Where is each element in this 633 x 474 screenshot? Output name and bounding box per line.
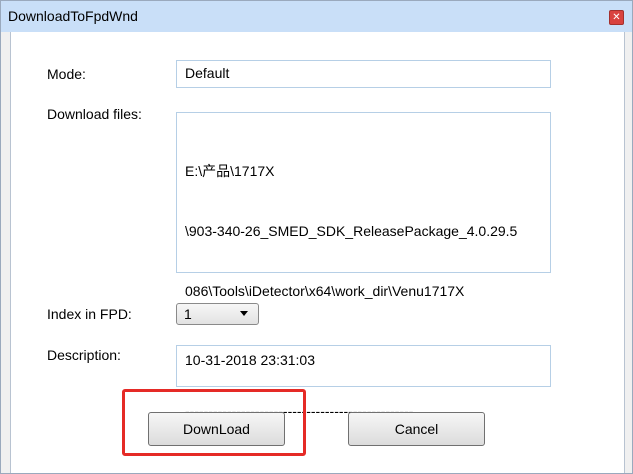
- index-value: 1: [184, 306, 192, 322]
- index-label: Index in FPD:: [47, 306, 132, 322]
- download-files-label: Download files:: [47, 106, 142, 122]
- index-dropdown[interactable]: 1: [176, 303, 259, 325]
- highlight-box: [122, 389, 306, 456]
- download-files-field[interactable]: E:\产品\1717X \903-340-26_SMED_SDK_Release…: [176, 112, 551, 419]
- close-icon: ✕: [612, 12, 621, 23]
- description-label: Description:: [47, 347, 121, 363]
- window-title: DownloadToFpdWnd: [8, 8, 138, 24]
- close-button[interactable]: ✕: [609, 10, 624, 25]
- chevron-down-icon: [240, 311, 248, 316]
- title-bar: DownloadToFpdWnd ✕: [1, 1, 632, 32]
- file-path-line: E:\产品\1717X: [185, 163, 275, 179]
- mode-label: Mode:: [47, 66, 86, 82]
- description-field[interactable]: 10-31-2018 23:31:03: [176, 345, 551, 387]
- cancel-button[interactable]: Cancel: [348, 412, 485, 446]
- file-path-line: \903-340-26_SMED_SDK_ReleasePackage_4.0.…: [185, 223, 518, 239]
- file-path-line: 086\Tools\iDetector\x64\work_dir\Venu171…: [185, 283, 465, 299]
- mode-field[interactable]: Default: [176, 60, 551, 88]
